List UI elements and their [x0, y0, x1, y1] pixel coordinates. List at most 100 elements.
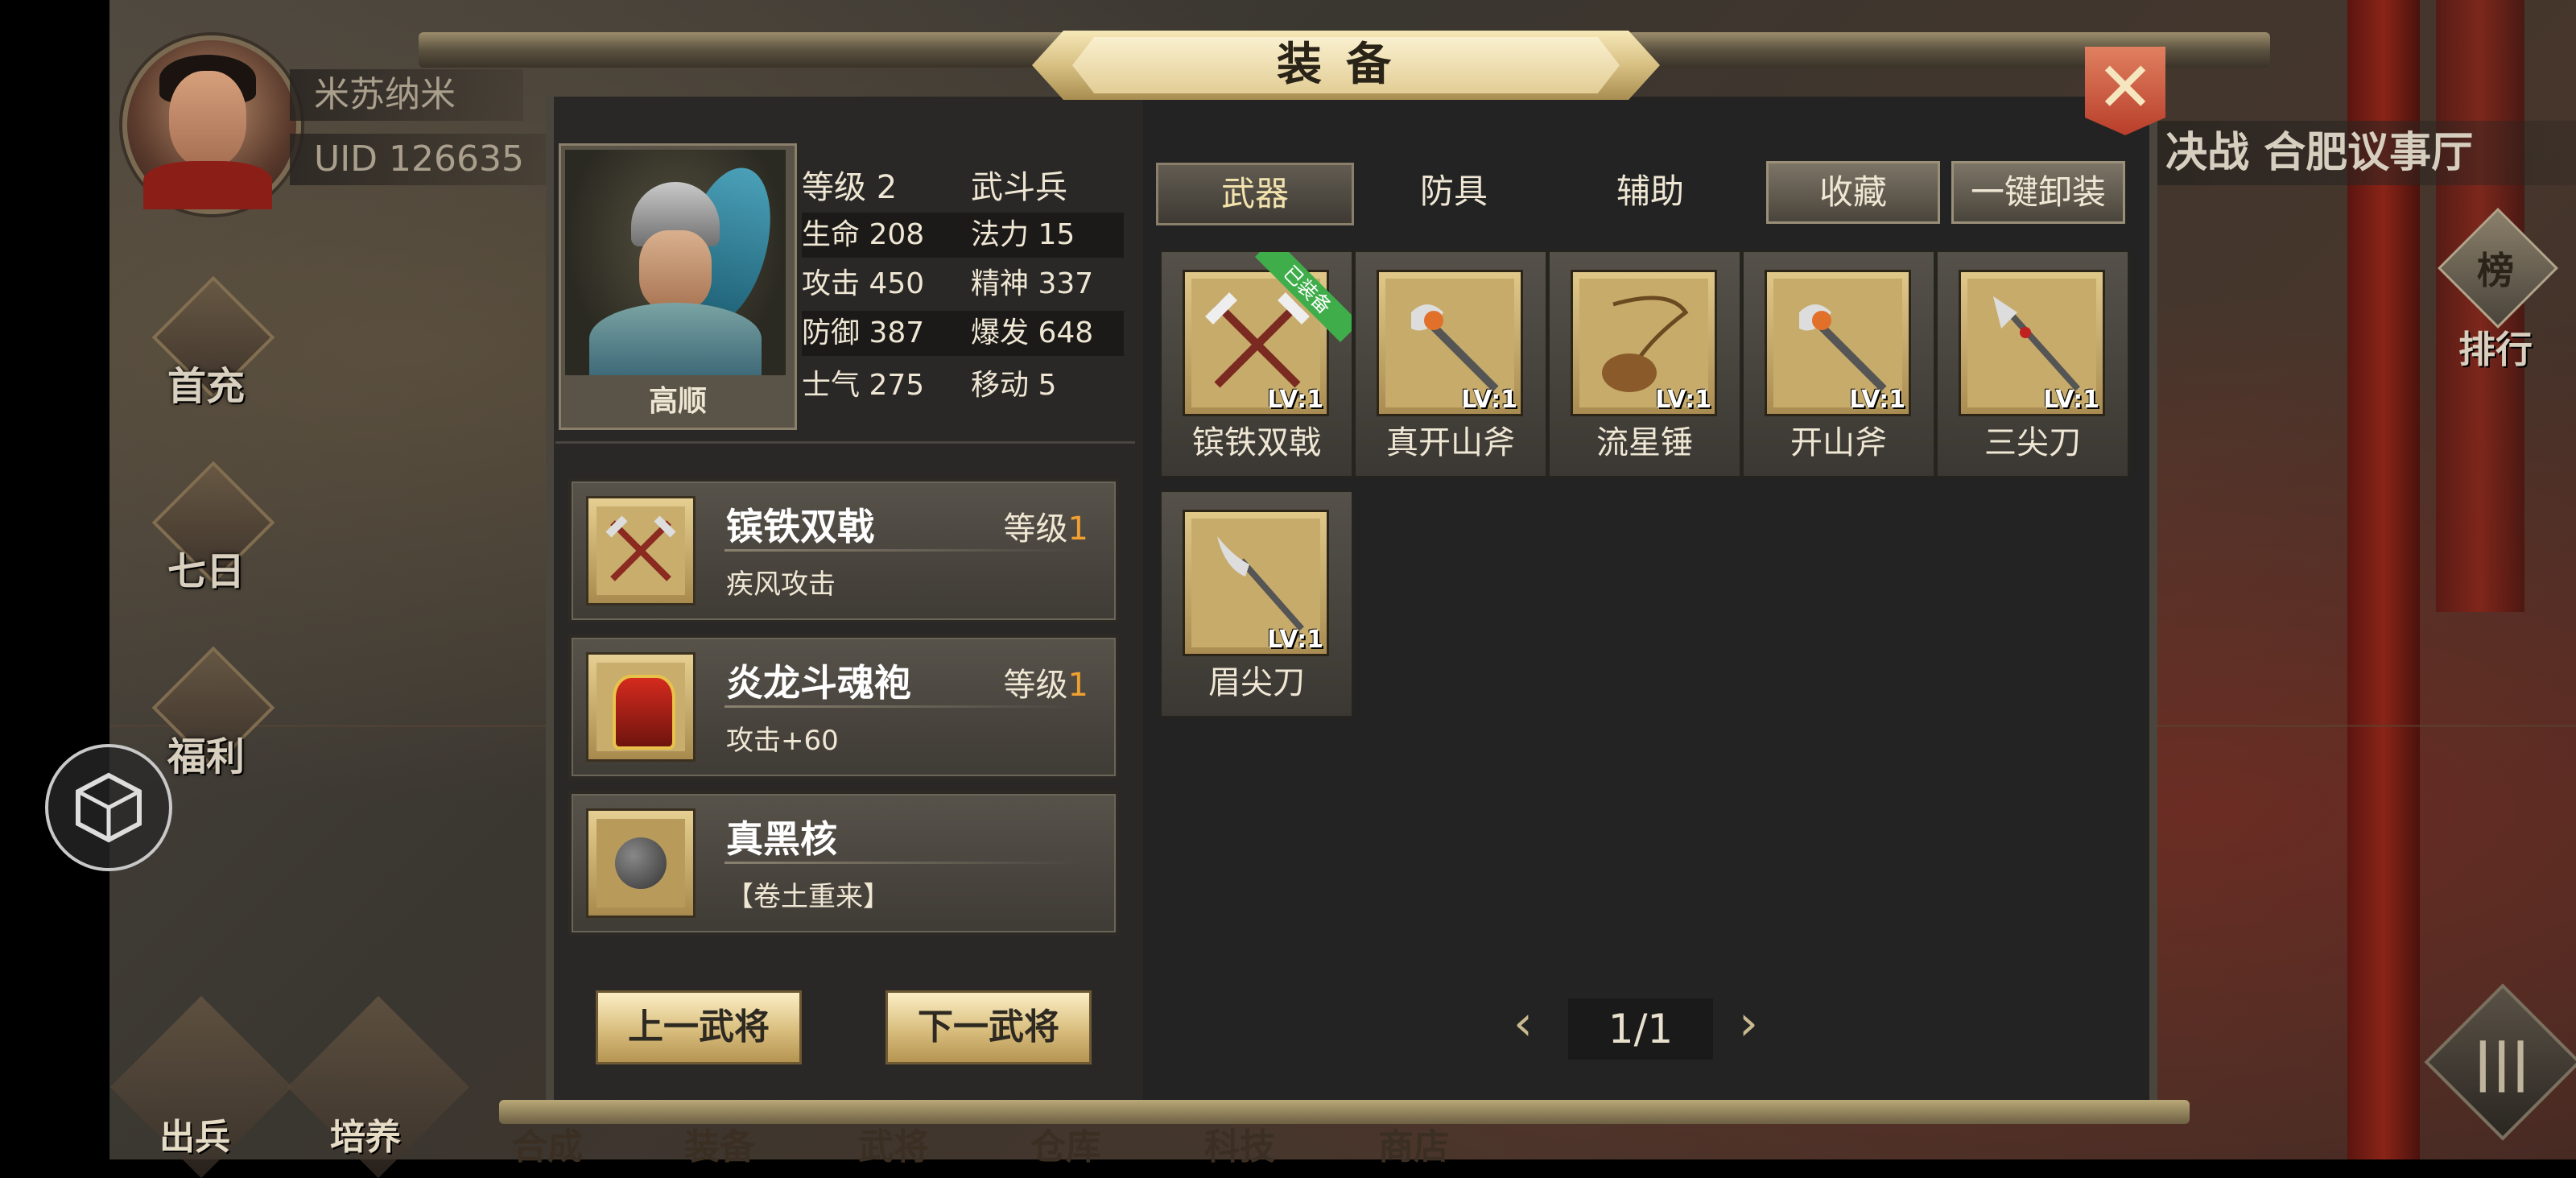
- black-orb-icon: [586, 808, 696, 918]
- inventory-slot[interactable]: LV:1 三尖刀: [1935, 250, 2130, 478]
- player-uid: UID 126635: [290, 134, 555, 185]
- equipped-armor-slot[interactable]: 炎龙斗魂袍 等级1 攻击+60: [568, 634, 1119, 779]
- bottom-menu-generals[interactable]: 武将: [858, 1118, 929, 1169]
- item-name: 镔铁双戟: [1192, 424, 1321, 461]
- bottom-menu-train[interactable]: 培养: [330, 1108, 401, 1159]
- item-level: LV:1: [2043, 386, 2099, 414]
- prev-general-button[interactable]: 上一武将: [596, 990, 802, 1064]
- hero-class: 武斗兵: [971, 169, 1067, 206]
- inventory-slot[interactable]: LV:1 真开山斧: [1353, 250, 1548, 478]
- seven-day-button[interactable]: 七日: [142, 461, 275, 594]
- stat-label: 爆发: [971, 316, 1030, 349]
- inventory-slot[interactable]: LV:1 流星锤: [1547, 250, 1742, 478]
- bottom-menu-shop[interactable]: 商店: [1378, 1118, 1449, 1169]
- unequip-all-button[interactable]: 一键卸装: [1951, 161, 2125, 224]
- equipped-level: 等级1: [1004, 659, 1088, 705]
- ranking-icon-text: 榜: [2477, 249, 2514, 292]
- tab-accessory[interactable]: 辅助: [1554, 163, 1747, 221]
- equipped-name: 镔铁双戟: [726, 505, 874, 548]
- stat-value: 275: [869, 369, 925, 402]
- bottom-menu-tech[interactable]: 科技: [1204, 1118, 1275, 1169]
- first-recharge-label: 首充: [167, 364, 245, 409]
- inventory-slot[interactable]: LV:1 眉尖刀: [1159, 490, 1354, 718]
- stat-label: 移动: [971, 369, 1030, 402]
- first-recharge-button[interactable]: 首充: [142, 275, 275, 409]
- player-avatar[interactable]: [122, 35, 301, 214]
- armor-icon: [586, 652, 696, 762]
- bottom-menu-synthesize[interactable]: 合成: [512, 1118, 583, 1169]
- hero-portrait: [565, 150, 786, 375]
- ranking-label: 排行: [2458, 328, 2533, 371]
- level-label: 等级: [1003, 667, 1068, 704]
- stat-value: 648: [1038, 316, 1094, 349]
- hero-stats: 等级 2 武斗兵 生命 208 法力 15 攻击 450 精神 337 防御 3…: [802, 163, 1124, 415]
- floating-assistant-button[interactable]: [45, 744, 172, 871]
- page-next-button[interactable]: ›: [1739, 995, 1758, 1052]
- close-button[interactable]: ✕: [2085, 47, 2165, 135]
- tab-armor[interactable]: 防具: [1357, 163, 1550, 221]
- item-level: LV:1: [1849, 386, 1905, 414]
- equipped-name: 炎龙斗魂袍: [726, 661, 911, 705]
- stat-value: 5: [1038, 369, 1057, 402]
- player-name: 米苏纳米: [290, 69, 523, 121]
- equipped-weapon-slot[interactable]: 镔铁双戟 等级1 疾风攻击: [568, 478, 1119, 623]
- item-name: 真开山斧: [1386, 424, 1515, 461]
- ranking-button[interactable]: 榜 排行: [2431, 208, 2560, 378]
- cube-icon: [76, 772, 142, 843]
- equipped-desc: 攻击+60: [726, 725, 839, 757]
- level-value: 1: [1067, 510, 1088, 548]
- tab-weapon[interactable]: 武器: [1156, 163, 1354, 225]
- dialog-title: 装备: [1277, 39, 1415, 91]
- dialog-bottom-rail: [499, 1100, 2190, 1124]
- stat-value: 387: [869, 316, 925, 349]
- trident-blade-icon: LV:1: [1959, 270, 2105, 416]
- axe-icon: LV:1: [1765, 270, 1911, 416]
- stat-label: 攻击: [802, 267, 861, 300]
- collect-button[interactable]: 收藏: [1766, 161, 1940, 224]
- seven-day-label: 七日: [167, 549, 245, 594]
- item-name: 流星锤: [1596, 424, 1693, 461]
- axe-icon: LV:1: [1377, 270, 1523, 416]
- page-indicator: 1/1: [1568, 998, 1713, 1060]
- inventory-slot[interactable]: LV:1 已装备 镔铁双戟: [1159, 250, 1354, 478]
- stat-label: 等级: [802, 169, 866, 206]
- bottom-menu-equipment[interactable]: 装备: [684, 1118, 755, 1169]
- stat-label: 防御: [802, 316, 861, 349]
- stat-value: 15: [1038, 218, 1075, 251]
- stat-row: 士气 275 移动 5: [802, 356, 1124, 415]
- bottom-menu-dispatch[interactable]: 出兵: [159, 1108, 230, 1159]
- hero-name: 高顺: [648, 385, 707, 418]
- item-name: 三尖刀: [1984, 424, 2081, 461]
- inventory-slot[interactable]: LV:1 开山斧: [1741, 250, 1936, 478]
- item-name: 开山斧: [1790, 424, 1887, 461]
- equipped-name: 真黑核: [726, 817, 837, 861]
- stat-row: 防御 387 爆发 648: [802, 311, 1124, 356]
- stat-label: 法力: [971, 218, 1030, 251]
- glaive-icon: LV:1: [1183, 510, 1329, 656]
- page-prev-button[interactable]: ‹: [1513, 995, 1533, 1052]
- welfare-button[interactable]: 福利: [142, 646, 275, 779]
- equipped-accessory-slot[interactable]: 真黑核 【卷土重来】: [568, 791, 1119, 936]
- level-value: 1: [1067, 667, 1088, 704]
- next-general-button[interactable]: 下一武将: [886, 990, 1092, 1064]
- stat-value: 2: [876, 169, 898, 206]
- location-banner: 决战 合肥议事厅: [2157, 121, 2576, 185]
- stat-value: 450: [869, 267, 925, 300]
- equipped-level: 等级1: [1004, 502, 1088, 549]
- divider: [555, 441, 1135, 444]
- close-icon: ✕: [2095, 48, 2155, 128]
- meteor-hammer-icon: LV:1: [1571, 270, 1717, 416]
- stat-value: 337: [1038, 267, 1094, 300]
- item-level: LV:1: [1267, 626, 1323, 654]
- stat-row: 攻击 450 精神 337: [802, 258, 1124, 311]
- stat-label: 生命: [802, 218, 861, 251]
- item-level: LV:1: [1655, 386, 1711, 414]
- bottom-menu-warehouse[interactable]: 仓库: [1030, 1118, 1101, 1169]
- level-label: 等级: [1003, 510, 1068, 548]
- item-level: LV:1: [1461, 386, 1517, 414]
- stat-value: 208: [869, 218, 925, 251]
- bars-icon: |||: [2473, 1033, 2530, 1093]
- stat-row: 等级 2 武斗兵: [802, 163, 1124, 213]
- stat-label: 士气: [802, 369, 861, 402]
- equipped-desc: 疾风攻击: [726, 568, 836, 601]
